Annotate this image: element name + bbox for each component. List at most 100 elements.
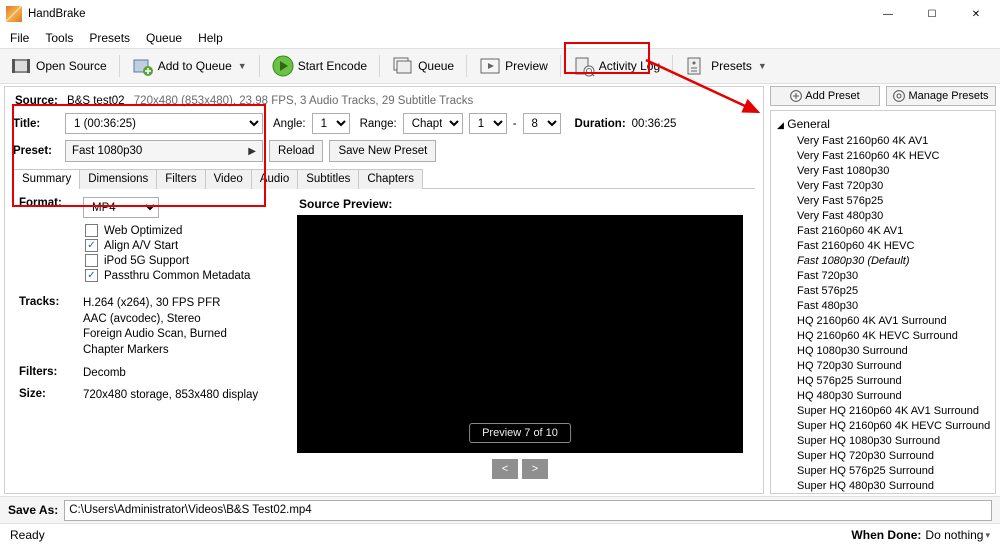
chevron-down-icon: ▼ — [758, 61, 767, 71]
filters-value: Decomb — [83, 366, 287, 382]
save-as-bar: Save As: — [0, 496, 1000, 524]
preset-item[interactable]: Fast 2160p60 4K HEVC — [773, 238, 993, 253]
preset-item[interactable]: Fast 1080p30 (Default) — [773, 253, 993, 268]
title-select[interactable]: 1 (00:36:25) — [65, 113, 263, 134]
preset-item[interactable]: Very Fast 1080p30 — [773, 163, 993, 178]
tabs: Summary Dimensions Filters Video Audio S… — [13, 168, 755, 189]
reload-preset-button[interactable]: Reload — [269, 140, 323, 162]
minimize-button[interactable]: — — [866, 0, 910, 28]
format-label: Format: — [19, 197, 83, 218]
preset-item[interactable]: Super HQ 2160p60 4K HEVC Surround — [773, 418, 993, 433]
ipod5g-option[interactable]: iPod 5G Support — [85, 254, 287, 267]
preset-item[interactable]: HQ 2160p60 4K AV1 Surround — [773, 313, 993, 328]
preset-select[interactable]: Fast 1080p30 ▶ — [65, 140, 263, 162]
preview-next-button[interactable]: > — [522, 459, 548, 479]
preset-item[interactable]: Super HQ 2160p60 4K AV1 Surround — [773, 403, 993, 418]
preset-item[interactable]: HQ 576p25 Surround — [773, 373, 993, 388]
presets-icon — [685, 55, 707, 77]
manage-presets-button[interactable]: Manage Presets — [886, 86, 996, 106]
save-as-label: Save As: — [8, 503, 58, 517]
checkbox-icon — [85, 254, 98, 267]
passthru-meta-option[interactable]: ✓ Passthru Common Metadata — [85, 269, 287, 282]
handbrake-icon — [6, 6, 22, 22]
format-select[interactable]: MP4 — [83, 197, 159, 218]
save-as-path[interactable] — [64, 500, 992, 521]
preview-prev-button[interactable]: < — [492, 459, 518, 479]
preset-value: Fast 1080p30 — [72, 145, 142, 157]
angle-select[interactable]: 1 — [312, 113, 350, 134]
close-button[interactable]: ✕ — [954, 0, 998, 28]
start-encode-label: Start Encode — [298, 59, 367, 73]
preset-panel: Add Preset Manage Presets ◢ General Very… — [770, 86, 996, 494]
web-optimized-label: Web Optimized — [104, 225, 182, 237]
preset-item[interactable]: Very Fast 2160p60 4K AV1 — [773, 133, 993, 148]
preset-item[interactable]: HQ 720p30 Surround — [773, 358, 993, 373]
menu-help[interactable]: Help — [192, 29, 229, 47]
source-preview-label: Source Preview: — [299, 197, 392, 211]
tab-audio[interactable]: Audio — [251, 169, 298, 189]
preset-item[interactable]: Super HQ 480p30 Surround — [773, 478, 993, 493]
tab-subtitles[interactable]: Subtitles — [297, 169, 359, 189]
align-av-option[interactable]: ✓ Align A/V Start — [85, 239, 287, 252]
preset-item[interactable]: Very Fast 480p30 — [773, 208, 993, 223]
tab-chapters[interactable]: Chapters — [358, 169, 423, 189]
preset-item[interactable]: HQ 1080p30 Surround — [773, 343, 993, 358]
preset-item[interactable]: Super HQ 720p30 Surround — [773, 448, 993, 463]
preset-item[interactable]: HQ 2160p60 4K HEVC Surround — [773, 328, 993, 343]
menu-presets[interactable]: Presets — [83, 29, 136, 47]
menu-queue[interactable]: Queue — [140, 29, 188, 47]
plus-circle-icon — [790, 90, 802, 102]
preset-group-general[interactable]: ◢ General — [773, 115, 993, 133]
preset-item[interactable]: Very Fast 2160p60 4K HEVC — [773, 148, 993, 163]
preset-item[interactable]: HQ 480p30 Surround — [773, 388, 993, 403]
ipod5g-label: iPod 5G Support — [104, 255, 189, 267]
web-optimized-option[interactable]: Web Optimized — [85, 224, 287, 237]
presets-button[interactable]: Presets ▼ — [681, 53, 771, 79]
preview-button[interactable]: Preview — [475, 53, 552, 79]
save-new-preset-button[interactable]: Save New Preset — [329, 140, 436, 162]
preset-item[interactable]: Fast 720p30 — [773, 268, 993, 283]
add-preset-button[interactable]: Add Preset — [770, 86, 880, 106]
main-pane: Source: B&S test02 720x480 (853x480), 23… — [4, 86, 764, 494]
film-icon — [10, 55, 32, 77]
preset-item[interactable]: Super HQ 1080p30 Surround — [773, 433, 993, 448]
status-bar: Ready When Done: Do nothing ▾ — [0, 524, 1000, 546]
add-to-queue-label: Add to Queue — [158, 59, 232, 73]
preset-item[interactable]: Very Fast 576p25 — [773, 193, 993, 208]
preset-item[interactable]: Fast 480p30 — [773, 298, 993, 313]
tab-summary[interactable]: Summary — [13, 169, 80, 189]
source-meta: 720x480 (853x480), 23.98 FPS, 3 Audio Tr… — [134, 95, 473, 107]
tab-video[interactable]: Video — [205, 169, 252, 189]
activity-log-button[interactable]: Activity Log — [569, 53, 664, 79]
range-mode-select[interactable]: Chapters — [403, 113, 463, 134]
range-from-select[interactable]: 1 — [469, 113, 507, 134]
duration-value: 00:36:25 — [632, 118, 677, 130]
tracks-value: H.264 (x264), 30 FPS PFR AAC (avcodec), … — [83, 296, 287, 358]
toolbar: Open Source Add to Queue ▼ Start Encode … — [0, 48, 1000, 84]
preset-list[interactable]: ◢ General Very Fast 2160p60 4K AV1Very F… — [770, 110, 996, 494]
start-encode-button[interactable]: Start Encode — [268, 53, 371, 79]
preview-icon — [479, 55, 501, 77]
presets-label: Presets — [711, 59, 752, 73]
gear-icon — [893, 90, 905, 102]
tab-filters[interactable]: Filters — [156, 169, 205, 189]
preset-item[interactable]: Fast 576p25 — [773, 283, 993, 298]
preset-item[interactable]: Super HQ 576p25 Surround — [773, 463, 993, 478]
maximize-button[interactable]: ☐ — [910, 0, 954, 28]
chevron-down-icon[interactable]: ▾ — [985, 530, 990, 541]
chevron-down-icon: ▼ — [238, 61, 247, 71]
queue-add-icon — [132, 55, 154, 77]
range-dash: - — [513, 118, 517, 130]
open-source-button[interactable]: Open Source — [6, 53, 111, 79]
preset-item[interactable]: Very Fast 720p30 — [773, 178, 993, 193]
range-to-select[interactable]: 8 — [523, 113, 561, 134]
tab-dimensions[interactable]: Dimensions — [79, 169, 157, 189]
menu-file[interactable]: File — [4, 29, 35, 47]
menu-tools[interactable]: Tools — [39, 29, 79, 47]
open-source-label: Open Source — [36, 59, 107, 73]
preset-item[interactable]: Fast 2160p60 4K AV1 — [773, 223, 993, 238]
checkbox-icon — [85, 224, 98, 237]
add-to-queue-button[interactable]: Add to Queue ▼ — [128, 53, 251, 79]
size-value: 720x480 storage, 853x480 display — [83, 388, 287, 404]
queue-button[interactable]: Queue — [388, 53, 458, 79]
